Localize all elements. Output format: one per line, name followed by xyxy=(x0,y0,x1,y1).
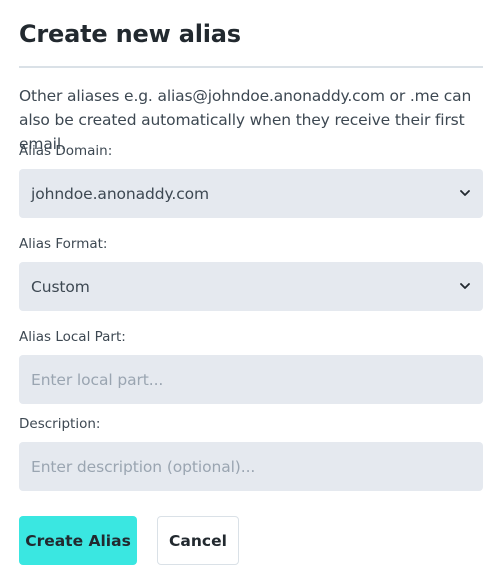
description-placeholder: Enter description (optional)... xyxy=(31,457,256,476)
alias-local-part-placeholder: Enter local part... xyxy=(31,370,164,389)
alias-domain-value: johndoe.anonaddy.com xyxy=(31,184,210,203)
description-label: Description: xyxy=(19,416,101,432)
alias-local-part-label: Alias Local Part: xyxy=(19,329,126,345)
create-alias-button[interactable]: Create Alias xyxy=(19,516,137,565)
chevron-down-icon xyxy=(459,281,471,293)
alias-format-value: Custom xyxy=(31,277,90,296)
cancel-button[interactable]: Cancel xyxy=(157,516,239,565)
alias-format-select[interactable]: Custom xyxy=(19,262,483,311)
modal-title: Create new alias xyxy=(19,20,241,48)
alias-format-label: Alias Format: xyxy=(19,236,108,252)
alias-domain-select[interactable]: johndoe.anonaddy.com xyxy=(19,169,483,218)
alias-domain-label: Alias Domain: xyxy=(19,143,113,159)
chevron-down-icon xyxy=(459,188,471,200)
alias-local-part-input[interactable]: Enter local part... xyxy=(19,355,483,404)
title-divider xyxy=(19,66,483,68)
description-input[interactable]: Enter description (optional)... xyxy=(19,442,483,491)
